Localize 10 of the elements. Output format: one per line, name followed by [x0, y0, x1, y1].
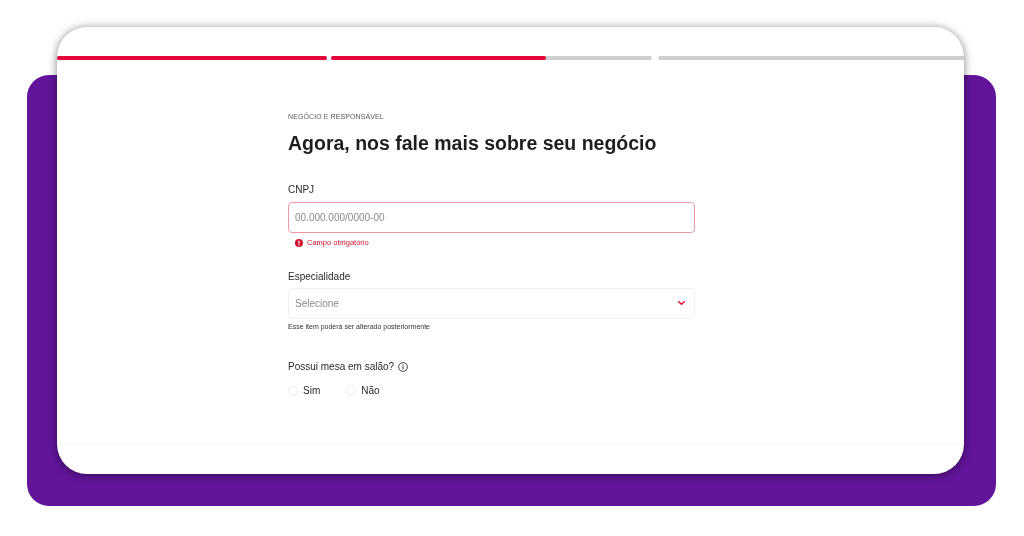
chevron-down-icon	[678, 301, 685, 305]
error-icon	[295, 238, 303, 247]
page-title: Agora, nos fale mais sobre seu negócio	[288, 130, 658, 155]
field-label: Especialidade	[288, 270, 352, 283]
input-field[interactable]: 00.000.000/0000-00	[288, 201, 695, 233]
select-field[interactable]: Selecione	[288, 287, 695, 319]
field-label: CNPJ	[288, 183, 316, 196]
radio-label[interactable]: Não	[361, 384, 380, 397]
question-label: Possui mesa em salão?	[288, 360, 395, 373]
radio-label[interactable]: Sim	[303, 384, 321, 397]
